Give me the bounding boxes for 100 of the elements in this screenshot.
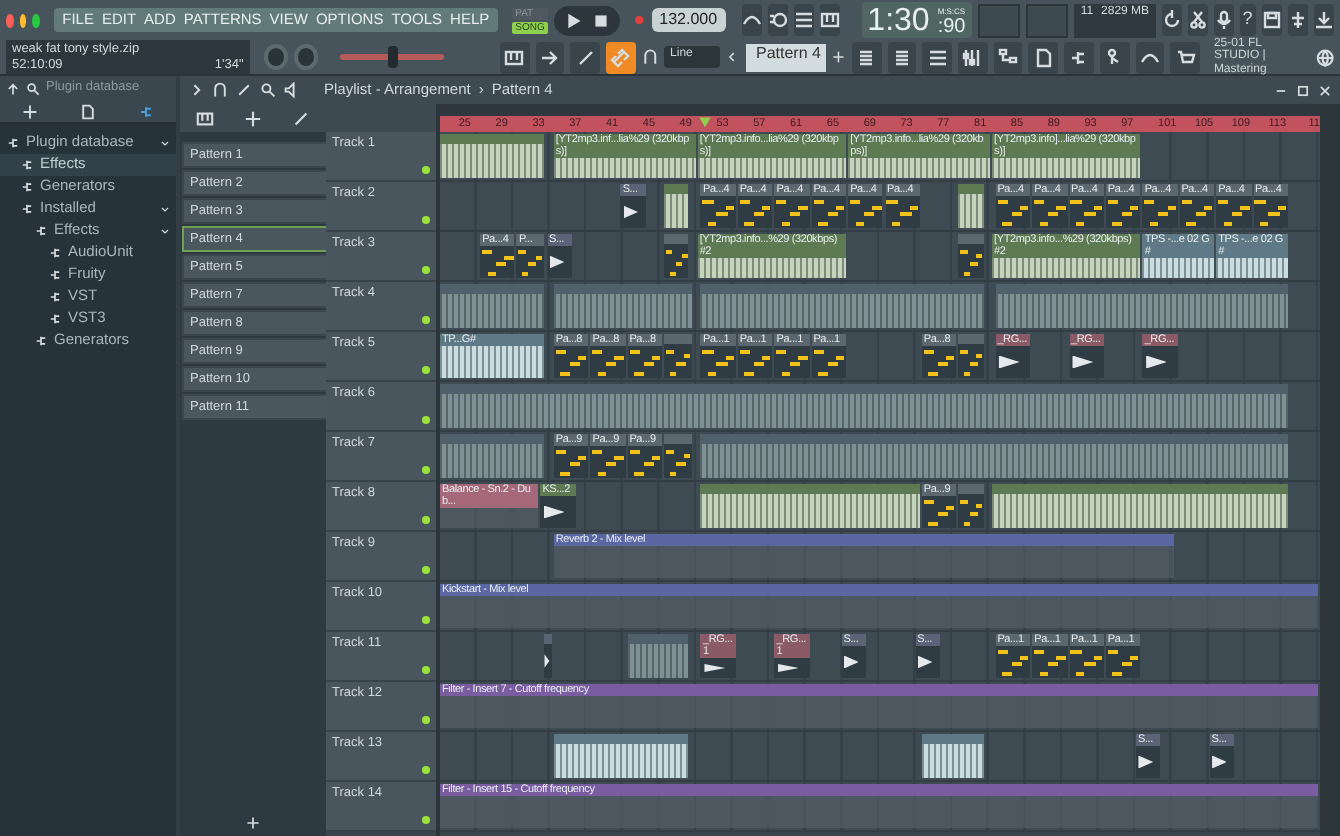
refresh-button[interactable] [1161, 4, 1182, 36]
brush-icon[interactable] [292, 109, 311, 127]
track-enable-led[interactable] [422, 166, 430, 174]
document-button[interactable] [1028, 41, 1059, 73]
track-enable-led[interactable] [422, 666, 430, 674]
audio-clip[interactable] [921, 734, 984, 778]
sample-clip[interactable] [543, 634, 552, 678]
zoom-icon[interactable] [260, 82, 276, 98]
audio-clip[interactable] [553, 734, 689, 778]
audio-clip[interactable] [992, 484, 1288, 528]
track-enable-led[interactable] [422, 266, 430, 274]
close-icon[interactable] [1318, 83, 1332, 97]
brush-button[interactable] [570, 41, 601, 73]
caret-right-icon[interactable] [188, 82, 204, 98]
microphone-button[interactable] [1213, 4, 1234, 36]
audio-clip[interactable] [553, 284, 693, 328]
track-enable-led[interactable] [422, 766, 430, 774]
piano-button[interactable] [499, 41, 530, 73]
curve-button[interactable] [741, 4, 762, 36]
caret-left-icon[interactable] [726, 48, 740, 66]
track-enable-led[interactable] [422, 366, 430, 374]
pattern-clip[interactable] [958, 334, 984, 378]
track-enable-led[interactable] [422, 616, 430, 624]
track-enable-led[interactable] [422, 566, 430, 574]
audio-clip[interactable] [995, 284, 1288, 328]
slider-thumb[interactable] [388, 46, 399, 68]
audio-clip[interactable] [664, 184, 689, 228]
audio-clip[interactable] [627, 634, 689, 678]
piano-button[interactable] [819, 4, 840, 36]
refresh-icon [1161, 10, 1182, 30]
close-button[interactable] [6, 13, 14, 27]
curve-button[interactable] [1135, 41, 1165, 73]
maximize-icon[interactable] [1296, 83, 1310, 97]
plug-icon[interactable] [138, 103, 155, 119]
download-button[interactable] [1314, 4, 1335, 36]
track-enable-led[interactable] [422, 216, 430, 224]
track-enable-led[interactable] [422, 716, 430, 724]
plus-icon[interactable] [243, 109, 262, 127]
pattern-selector[interactable]: Pattern 4 [745, 43, 827, 71]
person-button[interactable] [1099, 41, 1130, 73]
plugin-button[interactable] [1064, 41, 1094, 73]
audio-clip[interactable] [958, 184, 984, 228]
arrow-icon [539, 47, 560, 67]
cart-icon [1175, 47, 1196, 67]
globe-icon[interactable] [1315, 47, 1334, 67]
channel-rack-button[interactable] [887, 41, 917, 73]
up-icon[interactable] [6, 81, 20, 95]
piano-icon[interactable] [195, 109, 214, 127]
scissors-button[interactable] [1187, 4, 1208, 36]
track-enable-led[interactable] [422, 466, 430, 474]
pattern-clip[interactable] [664, 234, 689, 278]
step-button[interactable] [793, 4, 814, 36]
audio-clip[interactable] [440, 134, 544, 178]
playlist-button[interactable] [851, 41, 882, 73]
plus-icon[interactable] [246, 816, 260, 831]
browser-icon [998, 47, 1019, 67]
audio-clip[interactable] [700, 284, 984, 328]
plug-icon [6, 136, 20, 150]
help-button[interactable]: ? [1239, 4, 1257, 36]
audio-clip[interactable] [440, 284, 544, 328]
play-icon[interactable] [564, 11, 583, 29]
tempo-field[interactable]: 132.000 [651, 7, 726, 33]
pin-button[interactable] [1288, 4, 1309, 36]
cart-button[interactable] [1170, 41, 1200, 73]
plus-icon[interactable] [832, 48, 846, 66]
pattern-clip[interactable] [958, 234, 984, 278]
mixer-button[interactable] [958, 41, 988, 73]
track-enable-led[interactable] [422, 516, 430, 524]
mixer-icon [962, 47, 983, 67]
pattern-clip[interactable] [664, 334, 693, 378]
audio-clip[interactable] [700, 434, 1288, 478]
stop-icon[interactable] [592, 11, 611, 29]
metronome-button[interactable] [767, 4, 788, 36]
audio-clip[interactable] [440, 384, 1288, 428]
save-button[interactable] [1262, 4, 1283, 36]
browser-button[interactable] [993, 41, 1023, 73]
document-icon[interactable] [79, 103, 96, 119]
pattern-clip[interactable] [958, 484, 984, 528]
piano-roll-icon [927, 47, 948, 67]
vertical-scrollbar[interactable] [1320, 104, 1340, 836]
magnet-icon[interactable] [212, 82, 228, 98]
zoom-button[interactable] [32, 13, 41, 27]
minimize-button[interactable] [19, 13, 27, 27]
plug-icon [48, 312, 62, 326]
pattern-clip[interactable] [664, 434, 693, 478]
search-icon[interactable] [26, 81, 40, 95]
playlist-icon [856, 47, 877, 67]
link-button[interactable] [606, 41, 636, 73]
track-enable-led[interactable] [422, 316, 430, 324]
plus-icon[interactable] [21, 103, 38, 119]
brush-icon[interactable] [236, 82, 252, 98]
arrow-button[interactable] [535, 41, 565, 73]
track-enable-led[interactable] [422, 416, 430, 424]
speaker-icon[interactable] [284, 82, 300, 98]
document-icon [1033, 47, 1054, 67]
audio-clip[interactable] [440, 434, 544, 478]
piano-roll-button[interactable] [922, 41, 953, 73]
audio-clip[interactable] [700, 484, 920, 528]
magnet-icon[interactable] [641, 48, 659, 66]
track-enable-led[interactable] [422, 816, 430, 824]
